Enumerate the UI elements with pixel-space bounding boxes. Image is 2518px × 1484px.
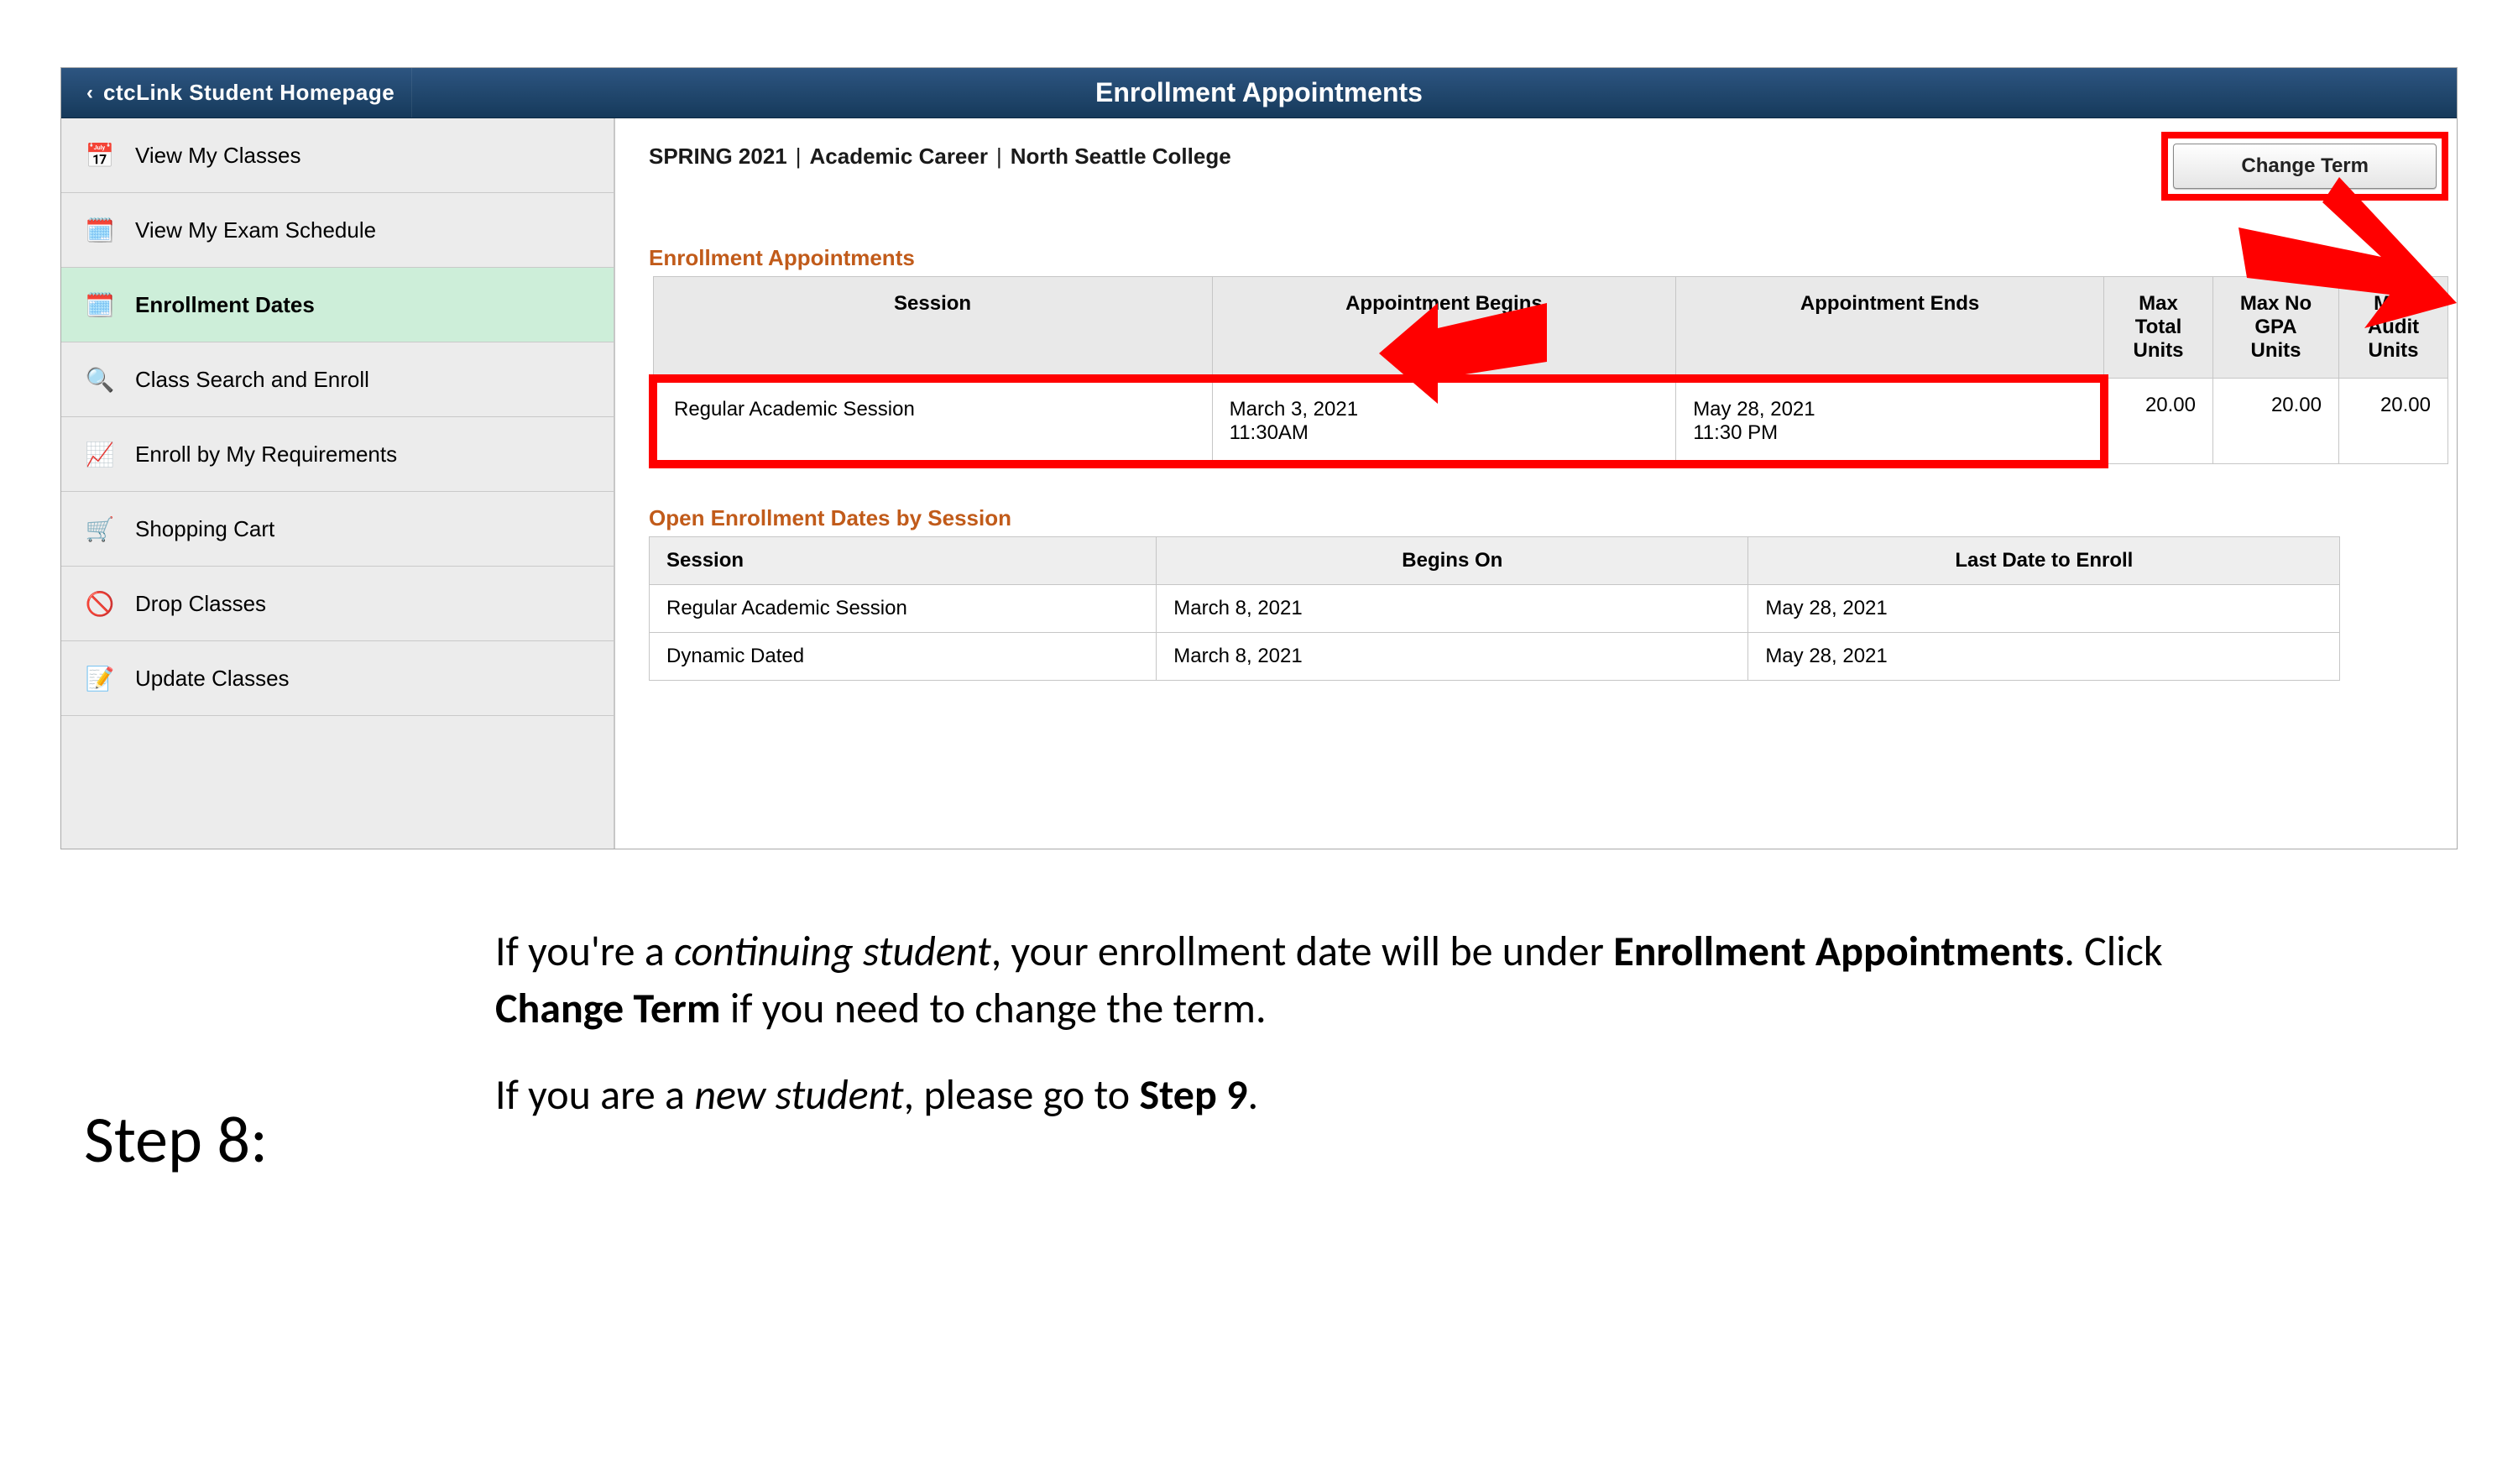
sidebar-item-drop-classes-icon: 🚫 [81, 585, 118, 622]
sidebar-item-label: Drop Classes [135, 591, 266, 617]
sidebar-item-label: View My Exam Schedule [135, 217, 376, 243]
sidebar-item-class-search-and-enroll-icon: 🔍 [81, 361, 118, 398]
sidebar-item-label: Class Search and Enroll [135, 367, 369, 393]
table-row: Dynamic DatedMarch 8, 2021May 28, 2021 [650, 632, 2340, 680]
sidebar-item-label: View My Classes [135, 143, 300, 169]
sidebar-item-shopping-cart[interactable]: 🛒 Shopping Cart [61, 492, 614, 567]
sidebar-item-label: Enroll by My Requirements [135, 442, 397, 468]
step-label: Step 8: [84, 1100, 268, 1179]
sidebar-item-class-search-and-enroll[interactable]: 🔍 Class Search and Enroll [61, 342, 614, 417]
chevron-left-icon: ‹ [86, 81, 93, 105]
sidebar-item-view-my-exam-schedule[interactable]: 🗓️ View My Exam Schedule [61, 193, 614, 268]
enrollment-appointments-table: Session Appointment Begins Appointment E… [649, 276, 2448, 468]
sidebar-item-enrollment-dates-icon: 🗓️ [81, 286, 118, 323]
col-open-session: Session [650, 536, 1157, 584]
term-code: SPRING 2021 [649, 144, 787, 170]
caption-p1: If you're a continuing student, your enr… [495, 923, 2191, 1037]
sidebar-item-label: Update Classes [135, 666, 290, 692]
col-max-total: Max Total Units [2104, 277, 2213, 379]
sidebar-item-enrollment-dates[interactable]: 🗓️ Enrollment Dates [61, 268, 614, 342]
sidebar-item-enroll-by-my-requirements[interactable]: 📈 Enroll by My Requirements [61, 417, 614, 492]
open-enrollment-title: Open Enrollment Dates by Session [649, 505, 2448, 531]
back-label: ctcLink Student Homepage [103, 80, 394, 106]
col-session: Session [653, 277, 1212, 379]
sidebar-item-view-my-classes[interactable]: 📅 View My Classes [61, 118, 614, 193]
sidebar-item-update-classes[interactable]: 📝 Update Classes [61, 641, 614, 716]
enrollment-appointments-title: Enrollment Appointments [649, 245, 2448, 271]
sidebar-item-shopping-cart-icon: 🛒 [81, 510, 118, 547]
sidebar-item-view-my-exam-schedule-icon: 🗓️ [81, 212, 118, 248]
back-button[interactable]: ‹ ctcLink Student Homepage [61, 68, 412, 118]
col-open-begins: Begins On [1157, 536, 1748, 584]
sidebar-item-drop-classes[interactable]: 🚫 Drop Classes [61, 567, 614, 641]
sidebar-item-label: Shopping Cart [135, 516, 274, 542]
col-begins: Appointment Begins [1212, 277, 1676, 379]
caption-area: Step 8: If you're a continuing student, … [0, 923, 2518, 1124]
table-row: Regular Academic SessionMarch 3, 202111:… [653, 379, 2448, 464]
table-row: Regular Academic SessionMarch 8, 2021May… [650, 584, 2340, 632]
col-open-last: Last Date to Enroll [1748, 536, 2340, 584]
sidebar-item-view-my-classes-icon: 📅 [81, 137, 118, 174]
sidebar-item-update-classes-icon: 📝 [81, 660, 118, 697]
change-term-highlight: Change Term [2161, 132, 2448, 201]
col-max-nogpa: Max No GPA Units [2213, 277, 2339, 379]
term-career: Academic Career [810, 144, 988, 170]
col-max-audit: Max Audit Units [2339, 277, 2448, 379]
caption-p2: If you are a new student, please go to S… [495, 1067, 2191, 1124]
content-area: SPRING 2021 | Academic Career | North Se… [615, 118, 2457, 849]
sidebar-item-label: Enrollment Dates [135, 292, 315, 318]
change-term-button[interactable]: Change Term [2173, 144, 2437, 189]
term-institution: North Seattle College [1011, 144, 1231, 170]
sidebar-item-enroll-by-my-requirements-icon: 📈 [81, 436, 118, 473]
open-enrollment-table: Session Begins On Last Date to Enroll Re… [649, 536, 2340, 681]
app-window: ‹ ctcLink Student Homepage Enrollment Ap… [60, 67, 2458, 849]
col-ends: Appointment Ends [1676, 277, 2104, 379]
sidebar: 📅View My Classes🗓️View My Exam Schedule🗓… [61, 118, 615, 849]
page-title: Enrollment Appointments [1095, 77, 1423, 107]
titlebar: ‹ ctcLink Student Homepage Enrollment Ap… [61, 68, 2457, 118]
